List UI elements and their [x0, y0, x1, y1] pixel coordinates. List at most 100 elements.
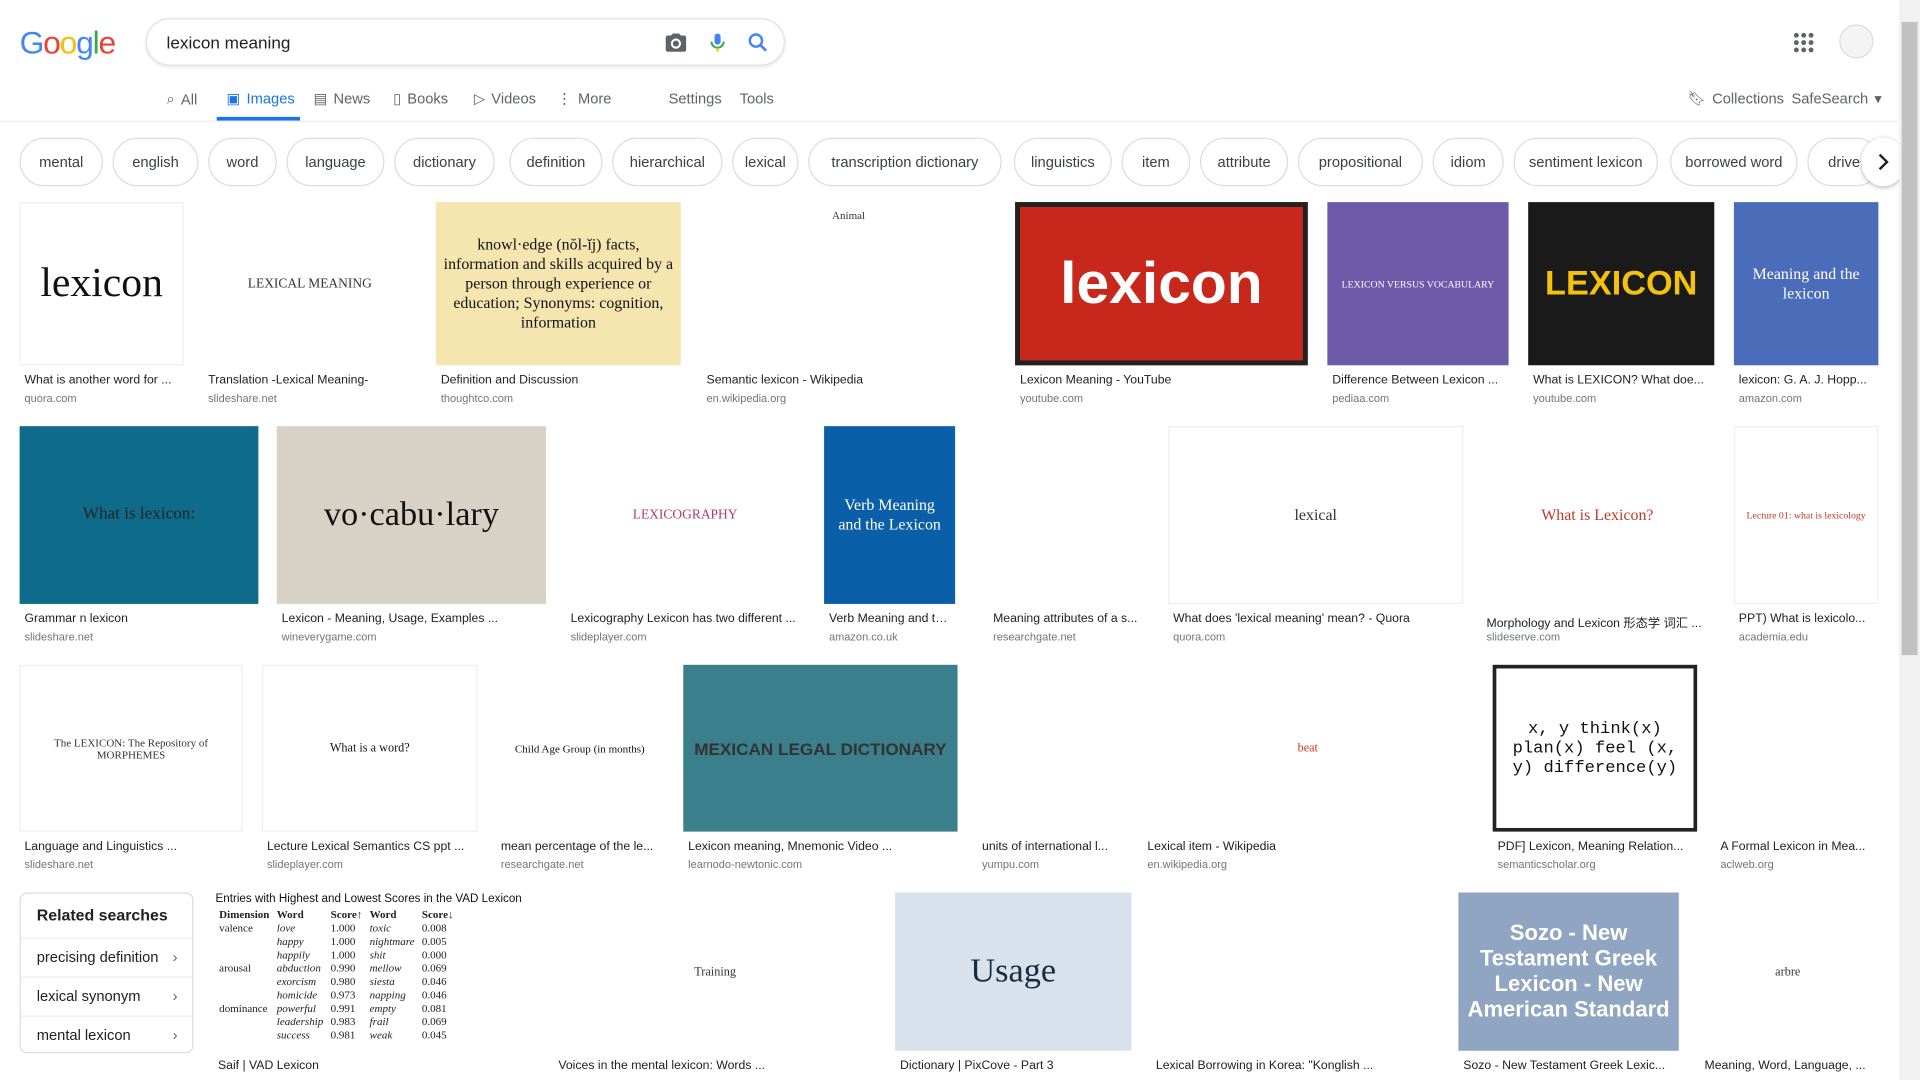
image-thumbnail[interactable] — [977, 664, 1122, 832]
chip-attribute[interactable]: attribute — [1200, 137, 1289, 187]
image-thumbnail[interactable]: Child Age Group (in months) — [495, 664, 664, 832]
search-icon[interactable] — [746, 30, 770, 54]
image-thumbnail[interactable] — [988, 426, 1152, 604]
search-box[interactable]: lexicon meaning — [145, 18, 785, 66]
image-caption[interactable]: Translation -Lexical Meaning- — [208, 374, 411, 387]
image-caption[interactable]: Voices in the mental lexicon: Words ... — [558, 1059, 871, 1072]
image-thumbnail[interactable]: The LEXICON: The Repository of MORPHEMES — [19, 664, 243, 832]
image-thumbnail[interactable]: Lecture 01: what is lexicology — [1733, 426, 1879, 604]
image-result[interactable]: LEXICAL MEANING Translation -Lexical Mean… — [203, 202, 417, 419]
image-result[interactable]: beat Lexical item - Wikipedia en.wikipedia… — [1142, 664, 1474, 885]
image-result[interactable]: LEXICON What is LEXICON? What doe... youtu… — [1528, 202, 1715, 419]
image-thumbnail[interactable]: vo·cabu·lary — [276, 426, 547, 604]
image-result[interactable]: Meaning attributes of a s... researchgate… — [988, 426, 1152, 657]
image-caption[interactable]: lexicon: G. A. J. Hopp... — [1739, 374, 1874, 387]
image-caption[interactable]: Lexicography Lexicon has two different .… — [571, 612, 800, 625]
image-thumbnail[interactable]: MEXICAN LEGAL DICTIONARY — [683, 664, 958, 832]
chip-mental[interactable]: mental — [19, 137, 103, 187]
image-thumbnail[interactable]: LEXICOGRAPHY — [565, 426, 805, 604]
chip-english[interactable]: english — [112, 137, 199, 187]
image-caption[interactable]: Verb Meaning and the ... — [829, 612, 950, 625]
image-caption[interactable]: Meaning, Word, Language, ... — [1705, 1059, 1872, 1072]
chip-transcription-dictionary[interactable]: transcription dictionary — [808, 137, 1002, 187]
image-result[interactable]: units of international l... yumpu.com — [977, 664, 1122, 885]
tab-all[interactable]: ⌕ All — [167, 90, 198, 108]
image-result[interactable]: What is Lexicon? Morphology and Lexicon 形… — [1481, 426, 1714, 657]
chip-sentiment-lexicon[interactable]: sentiment lexicon — [1513, 137, 1658, 187]
image-caption[interactable]: Lexicon Meaning - YouTube — [1020, 374, 1303, 387]
image-result[interactable]: arbre Meaning, Word, Language, ... — [1699, 892, 1876, 1080]
related-search-item[interactable]: precising definition › — [20, 937, 193, 975]
tab-news[interactable]: ▤ News — [313, 90, 370, 107]
image-result[interactable]: vo·cabu·lary Lexicon - Meaning, Usage, Ex… — [276, 426, 547, 657]
image-result[interactable]: Lexical Borrowing in Korea: "Konglish ..… — [1151, 892, 1439, 1080]
tab-settings[interactable]: Settings — [669, 90, 722, 107]
image-thumbnail[interactable]: LEXICON VERSUS VOCABULARY — [1327, 202, 1509, 366]
image-caption[interactable]: Lecture Lexical Semantics CS ppt ... — [267, 840, 473, 853]
image-caption[interactable]: Grammar n lexicon — [24, 612, 253, 625]
image-result[interactable]: What is lexicon: Grammar n lexicon slidesh… — [19, 426, 259, 657]
image-caption[interactable]: What is another word for ... — [24, 374, 178, 387]
chip-definition[interactable]: definition — [509, 137, 603, 187]
tab-more[interactable]: ⋮ More — [557, 90, 611, 107]
image-caption[interactable]: What does 'lexical meaning' mean? - Quor… — [1173, 612, 1458, 625]
image-caption[interactable]: What is LEXICON? What doe... — [1533, 374, 1709, 387]
image-caption[interactable]: PPT) What is lexicolo... — [1739, 612, 1874, 625]
safesearch-button[interactable]: SafeSearch ▾ — [1791, 90, 1881, 107]
image-caption[interactable]: PDF] Lexicon, Meaning Relation... — [1498, 840, 1693, 853]
image-result[interactable]: lexical What does 'lexical meaning' mean?… — [1168, 426, 1464, 657]
apps-grid-icon[interactable] — [1793, 32, 1815, 54]
image-thumbnail[interactable]: Animal — [701, 202, 996, 366]
related-search-item[interactable]: lexical synonym › — [20, 976, 193, 1014]
image-result[interactable]: MEXICAN LEGAL DICTIONARY Lexicon meaning,… — [683, 664, 958, 885]
chip-hierarchical[interactable]: hierarchical — [612, 137, 723, 187]
image-caption[interactable]: Lexical item - Wikipedia — [1147, 840, 1468, 853]
image-thumbnail[interactable]: LEXICAL MEANING — [203, 202, 417, 366]
chip-idiom[interactable]: idiom — [1432, 137, 1504, 187]
image-caption[interactable]: Saif | VAD Lexicon — [218, 1059, 530, 1072]
image-caption[interactable]: Dictionary | PixCove - Part 3 — [900, 1059, 1127, 1072]
image-result[interactable]: Child Age Group (in months) mean percenta… — [495, 664, 664, 885]
image-thumbnail[interactable]: What is Lexicon? — [1481, 426, 1714, 604]
image-thumbnail[interactable]: Verb Meaning and the Lexicon — [824, 426, 956, 604]
image-thumbnail[interactable]: lexical — [1168, 426, 1464, 604]
chip-propositional[interactable]: propositional — [1297, 137, 1423, 187]
image-caption[interactable]: Difference Between Lexicon ... — [1332, 374, 1503, 387]
image-caption[interactable]: Semantic lexicon - Wikipedia — [707, 374, 991, 387]
image-result[interactable]: Sozo - New Testament Greek Lexicon - New… — [1458, 892, 1679, 1080]
image-caption[interactable]: Definition and Discussion — [441, 374, 676, 387]
chip-language[interactable]: language — [286, 137, 385, 187]
image-thumbnail[interactable]: LEXICON — [1528, 202, 1715, 366]
image-thumbnail[interactable]: Entries with Highest and Lowest Scores i… — [213, 892, 536, 1051]
camera-icon[interactable] — [664, 30, 688, 54]
image-thumbnail[interactable]: x, y think(x) plan(x) feel (x, y) differ… — [1492, 664, 1698, 832]
image-result[interactable]: lexicon What is another word for ... quora… — [19, 202, 184, 419]
image-caption[interactable]: Lexicon meaning, Mnemonic Video ... — [688, 840, 952, 853]
image-result[interactable]: Lecture 01: what is lexicology PPT) What … — [1733, 426, 1879, 657]
image-thumbnail[interactable]: lexicon — [19, 202, 184, 366]
image-result[interactable]: knowl·edge (nŏl-ĭj) facts, information a… — [435, 202, 681, 419]
image-thumbnail[interactable]: Training — [553, 892, 877, 1051]
image-result[interactable]: Entries with Highest and Lowest Scores i… — [213, 892, 536, 1080]
image-result[interactable]: The LEXICON: The Repository of MORPHEMES… — [19, 664, 243, 885]
chip-dictionary[interactable]: dictionary — [394, 137, 495, 187]
image-result[interactable]: Animal Semantic lexicon - Wikipedia en.wik… — [701, 202, 996, 419]
microphone-icon[interactable] — [705, 30, 729, 54]
image-result[interactable]: What is a word? Lecture Lexical Semantics… — [262, 664, 478, 885]
image-thumbnail[interactable]: Usage — [895, 892, 1132, 1051]
chip-lexical[interactable]: lexical — [732, 137, 799, 187]
account-avatar[interactable] — [1839, 24, 1874, 59]
image-result[interactable]: x, y think(x) plan(x) feel (x, y) differ… — [1492, 664, 1698, 885]
chip-linguistics[interactable]: linguistics — [1013, 137, 1112, 187]
image-caption[interactable]: Lexicon - Meaning, Usage, Examples ... — [282, 612, 542, 625]
tab-images[interactable]: ▣ Images — [227, 90, 295, 107]
image-thumbnail[interactable] — [1151, 892, 1439, 1051]
image-thumbnail[interactable] — [1715, 664, 1879, 832]
image-result[interactable]: LEXICOGRAPHY Lexicography Lexicon has two… — [565, 426, 805, 657]
image-caption[interactable]: mean percentage of the le... — [501, 840, 659, 853]
related-search-item[interactable]: mental lexicon › — [20, 1015, 193, 1052]
image-thumbnail[interactable]: Meaning and the lexicon — [1733, 202, 1879, 366]
search-input[interactable]: lexicon meaning — [167, 33, 291, 52]
image-result[interactable]: Meaning and the lexicon lexicon: G. A. J.… — [1733, 202, 1879, 419]
chip-word[interactable]: word — [208, 137, 277, 187]
